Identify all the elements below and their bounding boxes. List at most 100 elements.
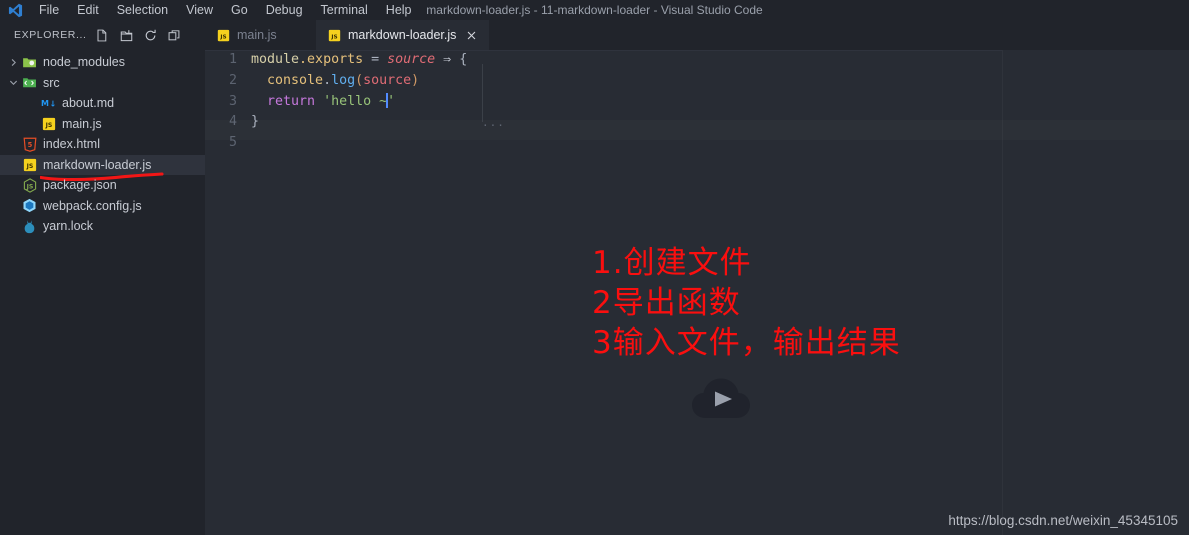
chevron-down-icon[interactable] — [5, 73, 21, 93]
line-number: 5 — [228, 135, 237, 151]
tree-item-main-js[interactable]: JS main.js — [0, 114, 205, 135]
nodejs-icon: JS — [21, 177, 38, 194]
menu-item-help[interactable]: Help — [377, 0, 421, 20]
svg-text:JS: JS — [25, 183, 33, 190]
editor-tab-bar: JS main.js JS markdown-loader.js — [205, 20, 1189, 50]
svg-text:JS: JS — [330, 34, 337, 40]
annotation-overlay: 1.创建文件 2导出函数 3输入文件，输出结果 — [592, 243, 901, 363]
tree-item-webpack-config-js[interactable]: webpack.config.js — [0, 196, 205, 217]
token-console: console — [267, 72, 324, 88]
svg-text:JS: JS — [44, 122, 52, 129]
annotation-line-1: 1.创建文件 — [592, 245, 752, 281]
line-number: 3 — [228, 93, 237, 109]
token-open-paren: ( — [355, 72, 364, 88]
webpack-icon — [21, 197, 38, 214]
folder-src-icon — [21, 74, 38, 91]
markdown-icon: M ↓ — [40, 95, 57, 112]
tree-item-index-html[interactable]: 5 index.html — [0, 134, 205, 155]
tree-item-yarn-lock[interactable]: yarn.lock — [0, 216, 205, 237]
title-bar: File Edit Selection View Go Debug Termin… — [0, 0, 1189, 20]
play-icon[interactable] — [692, 378, 750, 420]
refresh-icon[interactable] — [143, 28, 158, 43]
menu-bar[interactable]: File Edit Selection View Go Debug Termin… — [30, 0, 421, 20]
token-close-brace: } — [251, 114, 260, 130]
code-line-1: module.exports = source ⇒ { — [251, 50, 1189, 71]
svg-text:5: 5 — [27, 141, 32, 149]
annotation-line-3: 3输入文件，输出结果 — [592, 325, 901, 361]
yarn-icon — [21, 218, 38, 235]
token-source-param: source — [387, 52, 436, 67]
svg-text:JS: JS — [25, 163, 33, 170]
tree-item-src[interactable]: src — [0, 73, 205, 94]
token-open-brace: { — [459, 52, 468, 67]
js-icon: JS — [21, 156, 38, 173]
html-icon: 5 — [21, 136, 38, 153]
tab-main-js[interactable]: JS main.js — [205, 20, 316, 50]
tab-markdown-loader-js[interactable]: JS markdown-loader.js — [316, 20, 490, 50]
explorer-actions — [95, 28, 182, 43]
menu-item-debug[interactable]: Debug — [257, 0, 312, 20]
tree-item-label: package.json — [43, 178, 117, 193]
line-number: 2 — [228, 72, 237, 88]
tree-item-label: webpack.config.js — [43, 198, 142, 213]
vscode-logo-icon — [0, 0, 30, 20]
menu-item-file[interactable]: File — [30, 0, 68, 20]
tree-item-package-json[interactable]: JS package.json — [0, 175, 205, 196]
new-folder-icon[interactable] — [119, 28, 134, 43]
tree-item-label: index.html — [43, 137, 100, 152]
line-number: 1 — [228, 52, 237, 67]
token-return-keyword: return — [267, 93, 316, 109]
chevron-right-icon[interactable] — [5, 52, 21, 72]
svg-text:JS: JS — [219, 34, 226, 40]
line-number-gutter: 1 2 3 4 5 — [205, 50, 247, 154]
token-close-paren: ) — [411, 72, 420, 88]
svg-text:M: M — [41, 99, 49, 108]
tree-item-node_modules[interactable]: node_modules — [0, 52, 205, 73]
menu-item-terminal[interactable]: Terminal — [312, 0, 377, 20]
token-arrow: ⇒ — [435, 52, 460, 67]
tree-item-label: about.md — [62, 96, 115, 111]
token-equals: = — [363, 52, 388, 67]
explorer-title: EXPLORER... — [14, 29, 87, 41]
close-icon[interactable] — [465, 29, 478, 42]
folder-icon — [21, 54, 38, 71]
svg-text:↓: ↓ — [49, 100, 56, 109]
token-dot: . — [323, 72, 332, 88]
annotation-line-2: 2导出函数 — [592, 285, 741, 321]
collapse-all-icon[interactable] — [167, 28, 182, 43]
menu-item-edit[interactable]: Edit — [68, 0, 108, 20]
menu-item-go[interactable]: Go — [222, 0, 257, 20]
line-number: 4 — [228, 114, 237, 130]
token-module: module — [251, 52, 300, 67]
tree-item-label: node_modules — [43, 55, 126, 70]
tab-label: markdown-loader.js — [348, 28, 457, 42]
menu-item-selection[interactable]: Selection — [108, 0, 177, 20]
js-icon: JS — [327, 28, 341, 42]
code-content[interactable]: module.exports = source ⇒ { console.log(… — [251, 50, 1189, 154]
tab-label: main.js — [237, 28, 277, 42]
token-log: log — [331, 72, 356, 88]
code-line-2: console.log(source) — [251, 71, 1189, 92]
watermark-url: https://blog.csdn.net/weixin_45345105 — [948, 513, 1178, 528]
tree-item-label: markdown-loader.js — [43, 157, 152, 172]
tree-item-about-md[interactable]: M ↓ about.md — [0, 93, 205, 114]
token-source-arg: source — [363, 72, 412, 88]
menu-item-view[interactable]: View — [177, 0, 222, 20]
explorer-sidebar: EXPLORER... node_modules src M ↓ about.m… — [0, 20, 205, 535]
js-icon: JS — [216, 28, 230, 42]
token-string-start: 'hello ~ — [323, 93, 388, 109]
new-file-icon[interactable] — [95, 28, 110, 43]
tree-item-label: src — [43, 75, 60, 90]
code-line-4: } — [251, 112, 1189, 133]
token-string-end: ' — [387, 93, 396, 109]
token-exports: .exports — [299, 52, 364, 67]
file-tree: node_modules src M ↓ about.md JS main.js… — [0, 50, 205, 237]
explorer-header: EXPLORER... — [0, 20, 205, 50]
tree-item-markdown-loader-js[interactable]: JS markdown-loader.js — [0, 154, 205, 181]
tree-item-label: yarn.lock — [43, 219, 94, 234]
tree-item-label: main.js — [62, 116, 102, 131]
